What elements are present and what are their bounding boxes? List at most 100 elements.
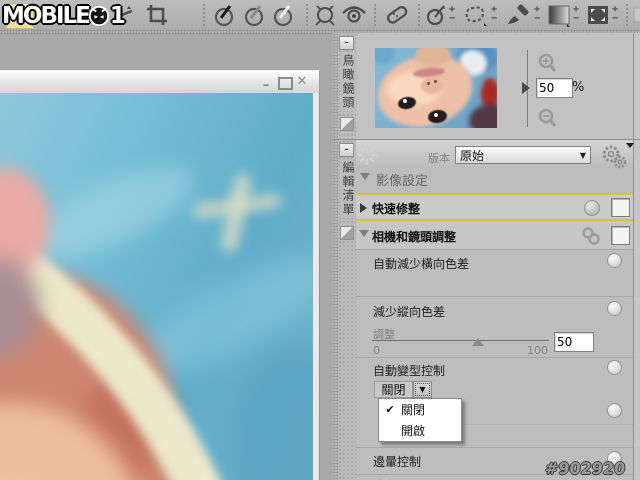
settings-gears-button[interactable]: [600, 144, 628, 174]
image-settings-collapse[interactable]: [360, 173, 370, 180]
zoom-in-button[interactable]: [538, 53, 557, 77]
version-value: 原始: [460, 148, 485, 163]
fill-selection-size-buttons[interactable]: + −: [610, 5, 620, 25]
window-close-button[interactable]: ✕: [294, 74, 310, 89]
panel-menu-arrow-icon[interactable]: [626, 143, 634, 148]
toolbar-separator: [306, 4, 309, 26]
version-label: 版本: [428, 152, 450, 165]
slider-max-label: 100: [527, 344, 548, 357]
neutral-point-eyedropper-button[interactable]: [241, 3, 267, 27]
auto-lateral-ca-indicator[interactable]: [607, 253, 622, 268]
zoom-in-icon: [538, 53, 557, 72]
minimize-icon: –: [262, 78, 270, 93]
crop-icon: [147, 5, 167, 25]
photo-id-watermark: #902920: [544, 459, 626, 478]
zoom-percent-input[interactable]: [536, 78, 573, 98]
selection-brush-button[interactable]: [505, 3, 531, 27]
color-control-point-button[interactable]: [423, 3, 449, 27]
black-point-eyedropper-button[interactable]: [211, 3, 237, 27]
show-overlay-tool-button[interactable]: [341, 3, 367, 27]
row-divider: [356, 357, 633, 358]
ca-slider-track[interactable]: [372, 340, 549, 341]
toolbar-separator: [374, 4, 377, 26]
toolbar-separator: [418, 4, 421, 26]
show-selection-button[interactable]: [628, 3, 640, 27]
gear-icon: [602, 145, 627, 169]
white-eyedropper-icon: [273, 5, 293, 27]
version-dropdown[interactable]: 原始 ▼: [455, 146, 591, 164]
brush-size-buttons[interactable]: + −: [532, 5, 542, 25]
editlist-title: 編輯清單: [340, 160, 357, 218]
quick-fix-label: 快速修整: [372, 202, 421, 216]
auto-distortion-label: 自動變型控制: [373, 364, 446, 378]
auto-retouch-brush-button[interactable]: [383, 3, 409, 27]
grey-eyedropper-icon: [244, 5, 264, 27]
gradient-size-buttons[interactable]: + −: [571, 5, 581, 25]
thumb-dark-corner: [469, 104, 497, 128]
crop-tool-button[interactable]: [144, 3, 170, 27]
mobile01-watermark-logo: MOBILE 1: [2, 3, 126, 29]
chevron-down-icon: ▼: [579, 150, 586, 160]
birdseye-grip-icon[interactable]: [340, 117, 354, 131]
auto-lateral-ca-label: 自動減少橫向色差: [373, 257, 470, 271]
menu-item-off[interactable]: ✔ 關閉: [379, 399, 461, 420]
lasso-icon: [465, 6, 487, 26]
photo-shadow-blue: [230, 343, 313, 480]
thumb-blanket: [375, 48, 395, 64]
editlist-label-column: – 編輯清單: [338, 140, 357, 480]
brush-icon: [508, 4, 529, 24]
fill-selection-button[interactable]: [585, 3, 611, 27]
camera-lens-checkbox[interactable]: [611, 226, 630, 245]
editlist-minimize-button[interactable]: –: [339, 143, 354, 157]
zoom-value-arrow-icon: [522, 82, 530, 94]
selection-point-size-buttons[interactable]: + −: [489, 5, 499, 25]
thumb-nose: [421, 77, 443, 94]
chevron-down-icon: ▼: [419, 385, 426, 394]
row-divider: [356, 296, 633, 297]
triangle-right-icon[interactable]: [360, 203, 367, 213]
thumb-eye-glint: [403, 99, 407, 103]
selection-control-point-button[interactable]: [462, 3, 488, 27]
menu-item-on[interactable]: 開啟: [379, 420, 461, 441]
menu-item-label: 關閉: [401, 403, 426, 417]
toolbar-separator: [203, 4, 206, 26]
distortion-dropdown-arrow-button[interactable]: ▼: [413, 381, 432, 398]
birdseye-minimize-button[interactable]: –: [339, 36, 354, 50]
window-minimize-button[interactable]: –: [258, 78, 274, 93]
minus-icon: −: [611, 13, 619, 24]
window-maximize-button[interactable]: [278, 77, 293, 90]
zoom-out-button[interactable]: [538, 108, 557, 132]
bandaid-icon: [387, 6, 408, 24]
image-window-right-edge: [313, 93, 320, 480]
logo-face-icon: [88, 5, 109, 27]
black-eyedropper-icon: [214, 5, 234, 27]
birdseye-title: 鳥瞰鏡頭: [340, 53, 357, 111]
palette-right-edge: [633, 33, 640, 480]
gradient-icon: [548, 5, 570, 27]
auto-distortion-indicator[interactable]: [607, 360, 622, 375]
reduce-axial-ca-label: 減少縱向色差: [373, 305, 446, 319]
birdseye-thumbnail[interactable]: [375, 48, 497, 128]
logo-text: MOBILE: [2, 3, 91, 29]
white-point-eyedropper-button[interactable]: [270, 3, 296, 27]
photo-canvas[interactable]: [0, 93, 313, 480]
notepad-icon: [633, 7, 640, 23]
control-point-size-buttons[interactable]: + −: [447, 5, 457, 25]
red-eye-tool-button[interactable]: [312, 3, 338, 27]
logo-number: 1: [109, 3, 126, 29]
distortion-dropdown-value[interactable]: 關閉: [374, 381, 413, 398]
ca-slider-handle[interactable]: [472, 338, 484, 346]
camera-lens-row[interactable]: 相機和鏡頭調整: [356, 221, 633, 250]
reset-sphere-icon[interactable]: ↺: [584, 200, 600, 216]
quick-fix-row[interactable]: 快速修整 ↺: [356, 193, 633, 221]
menu-item-label: 開啟: [401, 424, 426, 438]
ca-value-input[interactable]: [554, 332, 594, 352]
triangle-down-icon[interactable]: [359, 230, 369, 237]
row-indicator[interactable]: [607, 403, 622, 418]
minus-icon: −: [572, 13, 580, 24]
quick-fix-checkbox[interactable]: [611, 198, 630, 217]
reduce-axial-ca-indicator[interactable]: [607, 301, 622, 316]
editlist-grip-icon[interactable]: [340, 226, 354, 240]
zoom-out-icon: [538, 108, 557, 127]
selection-gradient-button[interactable]: [546, 3, 572, 27]
